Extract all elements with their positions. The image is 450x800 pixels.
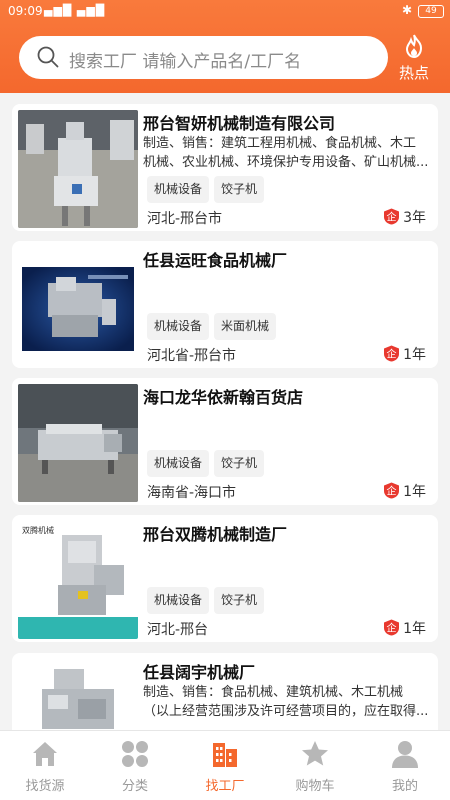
nav-label: 找工厂 — [205, 779, 245, 794]
factory-location: 海南省-海口市 — [147, 485, 237, 501]
tag[interactable]: 机械设备 — [147, 313, 210, 340]
status-time: 09:09 — [8, 4, 43, 18]
search-placeholder: 搜索工厂 请输入产品名/工厂名 — [69, 52, 302, 72]
years-text: 3年 — [403, 210, 426, 226]
signal-icon: ▄▆█ ▄▆█ — [44, 4, 106, 17]
header: 09:09 ▄▆█ ▄▆█ ✱ 49 搜索工厂 请输入产品名/工厂名 热点 — [0, 0, 450, 93]
factory-thumbnail — [18, 110, 138, 228]
tag-list: 机械设备 饺子机 — [147, 176, 269, 203]
tag[interactable]: 机械设备 — [147, 450, 210, 477]
svg-text:企: 企 — [387, 622, 397, 635]
tag[interactable]: 饺子机 — [214, 587, 265, 614]
enterprise-badge-icon: 企 — [384, 208, 400, 225]
tag[interactable]: 机械设备 — [147, 587, 210, 614]
home-icon — [33, 742, 57, 766]
factory-thumbnail — [18, 659, 138, 730]
bottom-nav: 找货源 分类 找工厂 购物车 我的 — [0, 730, 450, 800]
svg-text:企: 企 — [387, 348, 397, 361]
status-bar: 09:09 ▄▆█ ▄▆█ ✱ 49 — [0, 0, 450, 24]
years-badge: 企 1年 — [383, 481, 426, 501]
search-icon — [37, 46, 59, 68]
search-input[interactable]: 搜索工厂 请输入产品名/工厂名 — [19, 36, 388, 79]
factory-thumbnail — [18, 247, 138, 365]
nav-label: 分类 — [121, 779, 148, 794]
factory-location: 河北-邢台 — [147, 622, 209, 638]
tag[interactable]: 机械设备 — [147, 176, 210, 203]
factory-card[interactable]: 海口龙华依新翰百货店 机械设备 饺子机 海南省-海口市 企 1年 — [12, 378, 438, 505]
description-line: 机械、农业机械、环境保护专用设备、矿山机械... — [143, 155, 429, 170]
tag-list: 机械设备 米面机械 — [147, 313, 281, 340]
hot-button[interactable]: 热点 — [394, 34, 434, 86]
nav-item-find-factory[interactable]: 找工厂 — [180, 739, 270, 794]
factory-thumbnail — [18, 384, 138, 502]
factory-description: 制造、销售：食品机械、建筑机械、木工机械 （以上经营范围涉及许可经营项目的，应在… — [143, 683, 433, 721]
factory-card[interactable]: 双腾机械 邢台双腾机械制造厂 机械设备 饺子机 河北-邢台 企 1年 — [12, 515, 438, 642]
description-line: 制造、销售：建筑工程用机械、食品机械、木工 — [143, 136, 417, 151]
tag-list: 机械设备 饺子机 — [147, 587, 269, 614]
nav-label: 购物车 — [295, 779, 335, 794]
years-badge: 企 3年 — [383, 207, 426, 227]
factory-title: 任县运旺食品机械厂 — [143, 251, 288, 270]
grid-icon — [122, 741, 148, 767]
factory-list: 邢台智妍机械制造有限公司 制造、销售：建筑工程用机械、食品机械、木工 机械、农业… — [0, 93, 450, 730]
years-text: 1年 — [403, 484, 426, 500]
factory-location: 河北省-邢台市 — [147, 348, 237, 364]
factory-title: 任县阔宇机械厂 — [143, 663, 256, 682]
years-text: 1年 — [403, 347, 426, 363]
factory-title: 邢台双腾机械制造厂 — [143, 525, 288, 544]
enterprise-badge-icon: 企 — [384, 482, 400, 499]
factory-title: 邢台智妍机械制造有限公司 — [143, 114, 336, 133]
description-line: （以上经营范围涉及许可经营项目的，应在取得... — [143, 704, 429, 719]
nav-label: 我的 — [391, 779, 418, 794]
nav-label: 找货源 — [25, 779, 65, 794]
nav-item-mine[interactable]: 我的 — [360, 739, 450, 794]
factory-card[interactable]: 任县阔宇机械厂 制造、销售：食品机械、建筑机械、木工机械 （以上经营范围涉及许可… — [12, 653, 438, 730]
svg-text:企: 企 — [387, 485, 397, 498]
factory-location: 河北-邢台市 — [147, 211, 223, 227]
svg-text:双腾机械: 双腾机械 — [22, 525, 54, 535]
years-badge: 企 1年 — [383, 618, 426, 638]
tag[interactable]: 饺子机 — [214, 176, 265, 203]
factory-thumbnail: 双腾机械 — [18, 521, 138, 639]
factory-card[interactable]: 邢台智妍机械制造有限公司 制造、销售：建筑工程用机械、食品机械、木工 机械、农业… — [12, 104, 438, 231]
battery-icon: 49 — [418, 5, 444, 18]
factory-icon — [213, 743, 237, 767]
flame-icon — [405, 34, 423, 58]
description-line: 制造、销售：食品机械、建筑机械、木工机械 — [143, 685, 404, 700]
nav-item-category[interactable]: 分类 — [90, 739, 180, 794]
years-text: 1年 — [403, 621, 426, 637]
user-icon — [392, 741, 418, 768]
factory-card[interactable]: 任县运旺食品机械厂 机械设备 米面机械 河北省-邢台市 企 1年 — [12, 241, 438, 368]
bluetooth-icon: ✱ — [401, 3, 412, 17]
nav-item-cart[interactable]: 购物车 — [270, 739, 360, 794]
tag[interactable]: 米面机械 — [214, 313, 277, 340]
star-icon — [302, 741, 328, 766]
svg-text:企: 企 — [387, 211, 397, 224]
nav-item-find-source[interactable]: 找货源 — [0, 739, 90, 794]
tag-list: 机械设备 饺子机 — [147, 450, 269, 477]
years-badge: 企 1年 — [383, 344, 426, 364]
hot-label: 热点 — [398, 64, 429, 82]
enterprise-badge-icon: 企 — [384, 619, 400, 636]
tag[interactable]: 饺子机 — [214, 450, 265, 477]
factory-description: 制造、销售：建筑工程用机械、食品机械、木工 机械、农业机械、环境保护专用设备、矿… — [143, 134, 433, 172]
enterprise-badge-icon: 企 — [384, 345, 400, 362]
factory-title: 海口龙华依新翰百货店 — [143, 388, 304, 407]
